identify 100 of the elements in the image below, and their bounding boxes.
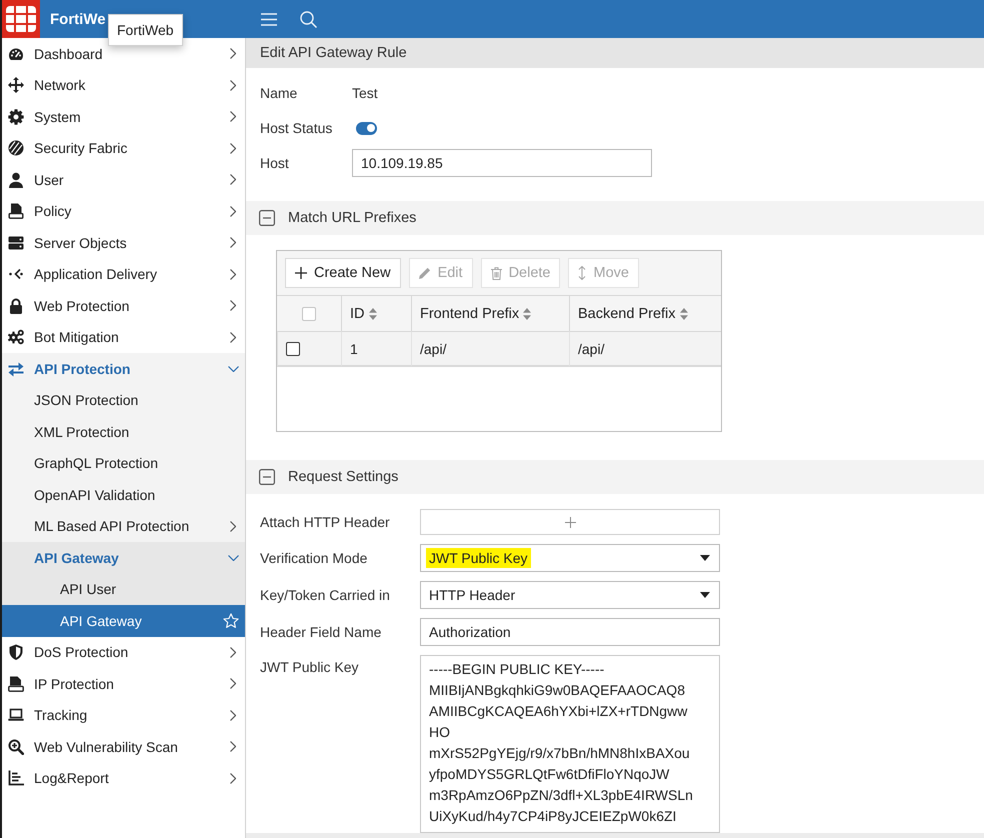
collapse-icon[interactable] [259,469,275,485]
sidebar-item[interactable]: GraphQL Protection [2,448,245,479]
up-down-arrow-icon [578,266,586,280]
field-label: Verification Mode [260,550,368,566]
chevron-right-icon[interactable] [230,678,236,690]
chevron-right-icon[interactable] [230,772,236,784]
gear-icon [8,108,24,125]
plus-icon [295,267,307,279]
chevron-right-icon[interactable] [230,646,236,658]
chevron-right-icon[interactable] [230,741,236,752]
chevron-right-icon[interactable] [230,268,236,280]
chevron-right-icon[interactable] [230,332,236,343]
table-cell: 1 [350,340,358,356]
document-icon [8,203,24,220]
sidebar-item[interactable]: DoS Protection [2,636,245,668]
swap-arrows-icon [8,360,24,377]
chevron-down-icon[interactable] [228,554,239,561]
field-label: Host Status [260,120,334,136]
sidebar-item[interactable]: Application Delivery [2,258,245,290]
field-label: Header Field Name [260,624,382,640]
dropdown-field[interactable]: HTTP Header [420,581,720,609]
sidebar-item[interactable]: Network [2,70,245,101]
sidebar-item[interactable]: Tracking [2,700,245,731]
chevron-right-icon[interactable] [230,142,236,154]
chevron-right-icon[interactable] [230,520,236,532]
zoom-in-icon [8,738,24,755]
chevron-right-icon[interactable] [230,111,236,122]
chevron-right-icon[interactable] [230,48,236,60]
input-field[interactable]: Authorization [420,618,720,646]
sidebar-item[interactable]: IP Protection [2,668,245,700]
sidebar-item[interactable]: JSON Protection [2,384,245,416]
user-icon [8,172,24,188]
sidebar-item[interactable]: API Gateway [2,542,245,574]
move-arrows-icon [8,77,24,94]
chevron-right-icon[interactable] [230,174,236,186]
sort-icon [368,308,376,320]
create-new-button[interactable]: Create New [285,258,401,288]
field-label: Host [260,155,290,171]
chart-icon [8,770,24,786]
textarea-field[interactable]: -----BEGIN PUBLIC KEY----- MIIBIjANBgkqhkiG9w0BAQEFAAOCAQ8 AMIIBCgKCAQEA6hYXbi+lZX+rTDNgww HO mXrS52PgYEjg/r9/x7bBn/hMN8hIxBAXou yfpoMDYS5GRLQtFw6tDfiFloYNqoJW m3RpAmzO6PpZN/3dfl+XL3pbE4IRWSLn UiXyKud/h4y7CP4iP8yJCEIEZpW0k6ZI [420,655,720,833]
input-field[interactable]: 10.109.19.85 [352,149,652,177]
pencil-icon [418,267,431,279]
field-label: JWT Public Key [260,658,360,675]
chevron-right-icon[interactable] [230,80,236,91]
sidebar-item[interactable]: User [2,164,245,196]
sidebar-item[interactable]: API Gateway [2,605,245,636]
sidebar-item[interactable]: Policy [2,196,245,227]
chevron-right-icon[interactable] [230,237,236,248]
trash-icon [490,266,502,280]
gauge-icon [8,46,24,62]
chevron-right-icon[interactable] [230,206,236,217]
collapse-icon[interactable] [259,210,275,226]
table-cell: /api/ [420,340,446,356]
select-value: HTTP Header [428,586,516,605]
sort-icon [680,308,688,320]
sidebar-item[interactable]: System [2,101,245,132]
shield-icon [8,644,24,660]
column-header[interactable]: ID [350,306,376,322]
sidebar-item[interactable]: API Protection [2,353,245,384]
sort-icon [523,308,532,320]
plus-icon [564,516,576,528]
logo-icon[interactable] [2,0,40,38]
sidebar-item[interactable]: Web Protection [2,290,245,322]
caret-icon [700,592,710,598]
field-label: Key/Token Carried in [260,587,391,603]
select-all-checkbox[interactable] [302,306,316,320]
sidebar-item[interactable]: OpenAPI Validation [2,479,245,510]
gears-icon [8,329,24,346]
section-title: Match URL Prefixes [288,210,416,226]
chevron-right-icon[interactable] [230,710,236,721]
dropdown-field[interactable]: JWT Public Key [420,544,720,572]
laptop-icon [8,707,24,724]
sidebar-item[interactable]: Web Vulnerability Scan [2,731,245,762]
sidebar-item[interactable]: ML Based API Protection [2,510,245,542]
sidebar-item[interactable]: Log&Report [2,762,245,794]
chevron-right-icon[interactable] [230,300,236,312]
sidebar-item[interactable]: Server Objects [2,227,245,258]
highlight-marker: JWT Public Key [426,548,531,568]
sidebar-item[interactable]: Security Fabric [2,132,245,164]
field-value: Test [352,85,378,101]
menu-icon[interactable] [261,12,277,26]
star-icon[interactable] [223,612,239,629]
table-cell: /api/ [578,340,604,356]
sidebar-item[interactable]: Bot Mitigation [2,322,245,353]
caret-icon [700,555,710,561]
toggle-switch[interactable] [356,122,377,134]
document-icon [8,676,24,692]
chevron-down-icon[interactable] [228,366,239,372]
sidebar-item[interactable]: XML Protection [2,416,245,448]
field-label: Attach HTTP Header [260,514,391,530]
brand-name: FortiWe [50,10,106,28]
row-checkbox[interactable] [286,342,300,356]
tooltip: FortiWeb [108,14,183,46]
striped-circle-icon [8,140,24,156]
field-label: Name [260,85,298,101]
lock-icon [8,298,24,314]
sidebar-item[interactable]: API User [2,574,245,605]
page-title: Edit API Gateway Rule [260,45,407,61]
server-icon [8,234,24,251]
search-icon[interactable] [300,10,317,28]
